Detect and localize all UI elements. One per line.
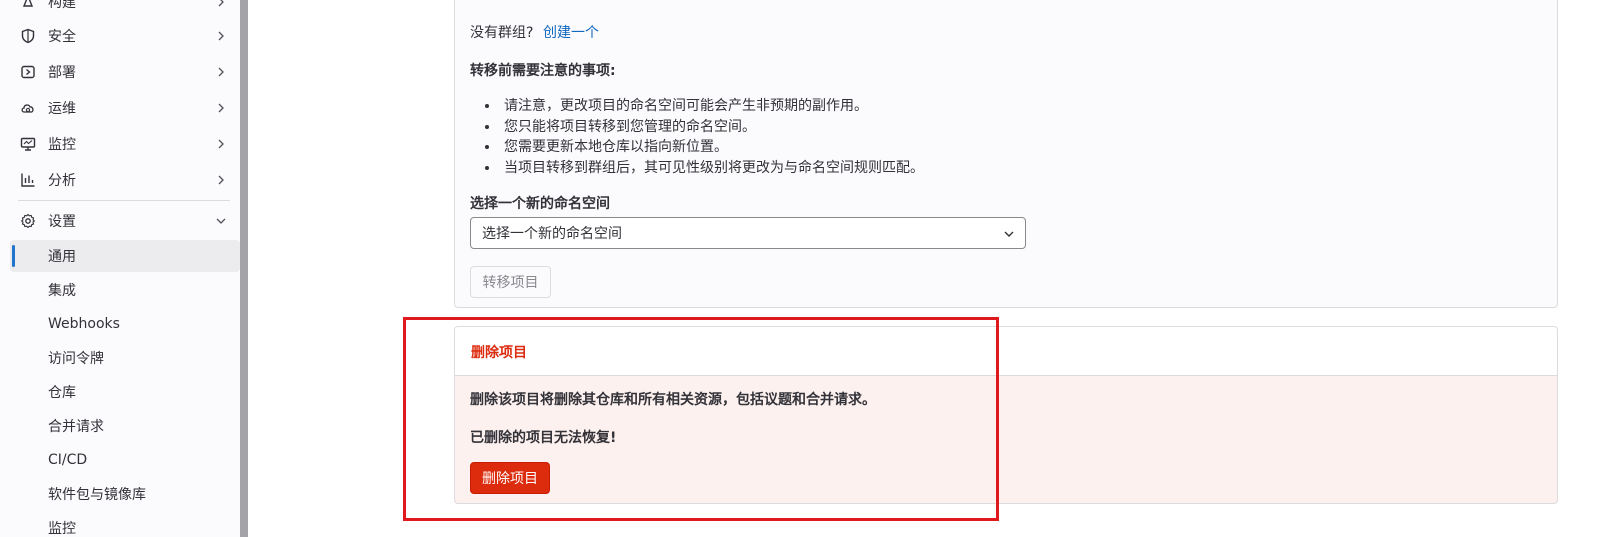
no-group-text: 没有群组? (470, 25, 534, 41)
delete-project-header: 删除项目 (455, 327, 1557, 376)
chart-icon (20, 172, 36, 188)
sidebar-item-analyze[interactable]: 分析 (10, 164, 240, 196)
sidebar-subitem-label: 合并请求 (48, 419, 104, 435)
sidebar-item-label: 构建 (48, 0, 76, 11)
delete-irreversible-text: 已删除的项目无法恢复! (470, 430, 617, 446)
sidebar: 构建 安全 部署 运维 监控 分析 设置 通用 集成 Webhooks 访问令牌… (0, 0, 248, 537)
namespace-select-value: 选择一个新的命名空间 (482, 226, 622, 242)
sidebar-subitem-integrations[interactable]: 集成 (10, 274, 240, 306)
chevron-down-icon (1003, 228, 1015, 240)
sidebar-subitem-repository[interactable]: 仓库 (10, 376, 240, 408)
monitor-icon (20, 136, 36, 152)
sidebar-subitem-label: 监控 (48, 521, 76, 537)
chevron-right-icon (216, 31, 226, 41)
sidebar-subitem-label: 仓库 (48, 385, 76, 401)
chevron-down-icon (216, 216, 226, 226)
create-group-link[interactable]: 创建一个 (543, 22, 599, 42)
list-item: 请注意，更改项目的命名空间可能会产生非预期的副作用。 (500, 96, 924, 117)
delete-project-title: 删除项目 (471, 345, 527, 361)
sidebar-item-security[interactable]: 安全 (10, 20, 240, 52)
transfer-notes-title: 转移前需要注意的事项: (470, 63, 616, 79)
sidebar-divider (18, 200, 230, 201)
sidebar-item-label: 监控 (48, 137, 76, 153)
rocket-icon (20, 0, 36, 10)
sidebar-subitem-general[interactable]: 通用 (10, 240, 240, 272)
sidebar-item-label: 安全 (48, 29, 76, 45)
delete-project-card: 删除项目 (454, 326, 1558, 504)
sidebar-subitem-merge-requests[interactable]: 合并请求 (10, 410, 240, 442)
sidebar-subitem-label: Webhooks (48, 316, 120, 332)
shield-icon (20, 28, 36, 44)
list-item: 当项目转移到群组后，其可见性级别将更改为与命名空间规则匹配。 (500, 158, 924, 179)
sidebar-subitem-label: 通用 (48, 249, 76, 265)
sidebar-item-label: 部署 (48, 65, 76, 81)
list-item: 您只能将项目转移到您管理的命名空间。 (500, 117, 924, 138)
gear-icon (20, 213, 36, 229)
sidebar-subitem-webhooks[interactable]: Webhooks (10, 308, 240, 340)
sidebar-item-operate[interactable]: 运维 (10, 92, 240, 124)
chevron-right-icon (216, 175, 226, 185)
sidebar-subitem-monitor[interactable]: 监控 (10, 512, 240, 537)
sidebar-item-settings[interactable]: 设置 (10, 205, 240, 237)
sidebar-subitem-access-tokens[interactable]: 访问令牌 (10, 342, 240, 374)
sidebar-item-label: 运维 (48, 101, 76, 117)
sidebar-item-label: 设置 (48, 214, 76, 230)
chevron-right-icon (216, 67, 226, 77)
chevron-right-icon (216, 139, 226, 149)
namespace-label: 选择一个新的命名空间 (470, 196, 610, 212)
sidebar-item-build[interactable]: 构建 (10, 0, 240, 18)
deploy-icon (20, 64, 36, 80)
sidebar-subitem-label: CI/CD (48, 452, 88, 468)
sidebar-subitem-packages-registries[interactable]: 软件包与镜像库 (10, 478, 240, 510)
sidebar-item-deploy[interactable]: 部署 (10, 56, 240, 88)
chevron-right-icon (216, 103, 226, 113)
sidebar-subitem-label: 访问令牌 (48, 351, 104, 367)
sidebar-subitem-cicd[interactable]: CI/CD (10, 444, 240, 476)
transfer-notes-list: 请注意，更改项目的命名空间可能会产生非预期的副作用。 您只能将项目转移到您管理的… (482, 96, 924, 178)
transfer-project-button[interactable]: 转移项目 (470, 266, 551, 298)
namespace-select[interactable]: 选择一个新的命名空间 (470, 217, 1026, 249)
sidebar-item-label: 分析 (48, 173, 76, 189)
sidebar-subitem-label: 集成 (48, 283, 76, 299)
delete-project-button[interactable]: 删除项目 (470, 462, 550, 494)
delete-warning-text: 删除该项目将删除其仓库和所有相关资源，包括议题和合并请求。 (470, 392, 876, 408)
sidebar-item-monitor[interactable]: 监控 (10, 128, 240, 160)
cloud-gear-icon (20, 100, 36, 116)
chevron-right-icon (216, 0, 226, 7)
list-item: 您需要更新本地仓库以指向新位置。 (500, 137, 924, 158)
sidebar-subitem-label: 软件包与镜像库 (48, 487, 146, 503)
